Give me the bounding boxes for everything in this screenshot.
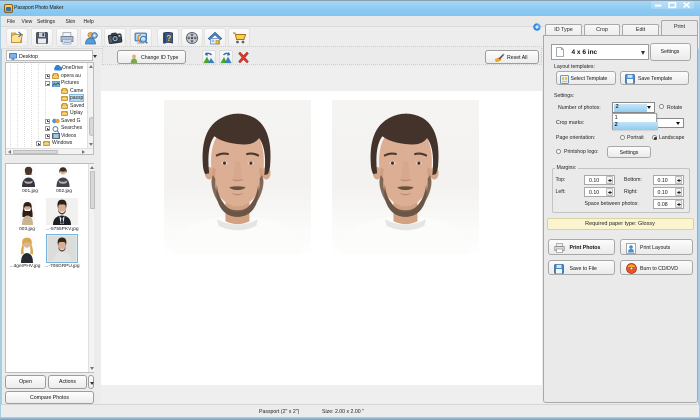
svg-text:?: ? <box>167 34 172 43</box>
